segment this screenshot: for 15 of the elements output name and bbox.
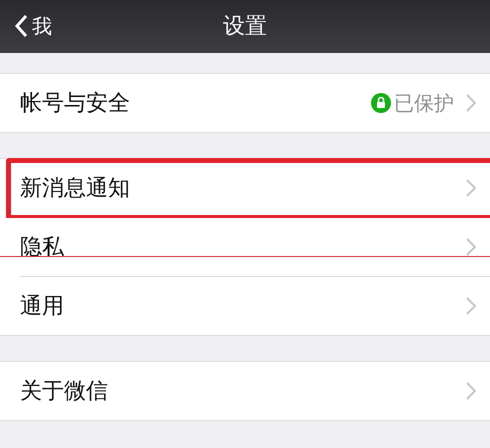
chevron-icon <box>466 238 476 256</box>
screen-title: 设置 <box>222 13 268 41</box>
chevron-icon <box>466 179 476 197</box>
row-label: 通用 <box>20 292 65 320</box>
row-label: 新消息通知 <box>20 174 131 202</box>
row-label: 帐号与安全 <box>20 90 131 118</box>
back-button[interactable]: 我 <box>8 8 58 44</box>
chevron-icon <box>466 297 476 315</box>
lock-icon <box>371 93 391 113</box>
row-label: 关于微信 <box>20 378 109 406</box>
chevron-icon <box>466 382 476 400</box>
row-label: 隐私 <box>20 234 65 262</box>
status-text: 已保护 <box>394 90 454 117</box>
chevron-icon <box>466 94 476 112</box>
back-icon <box>14 14 28 38</box>
